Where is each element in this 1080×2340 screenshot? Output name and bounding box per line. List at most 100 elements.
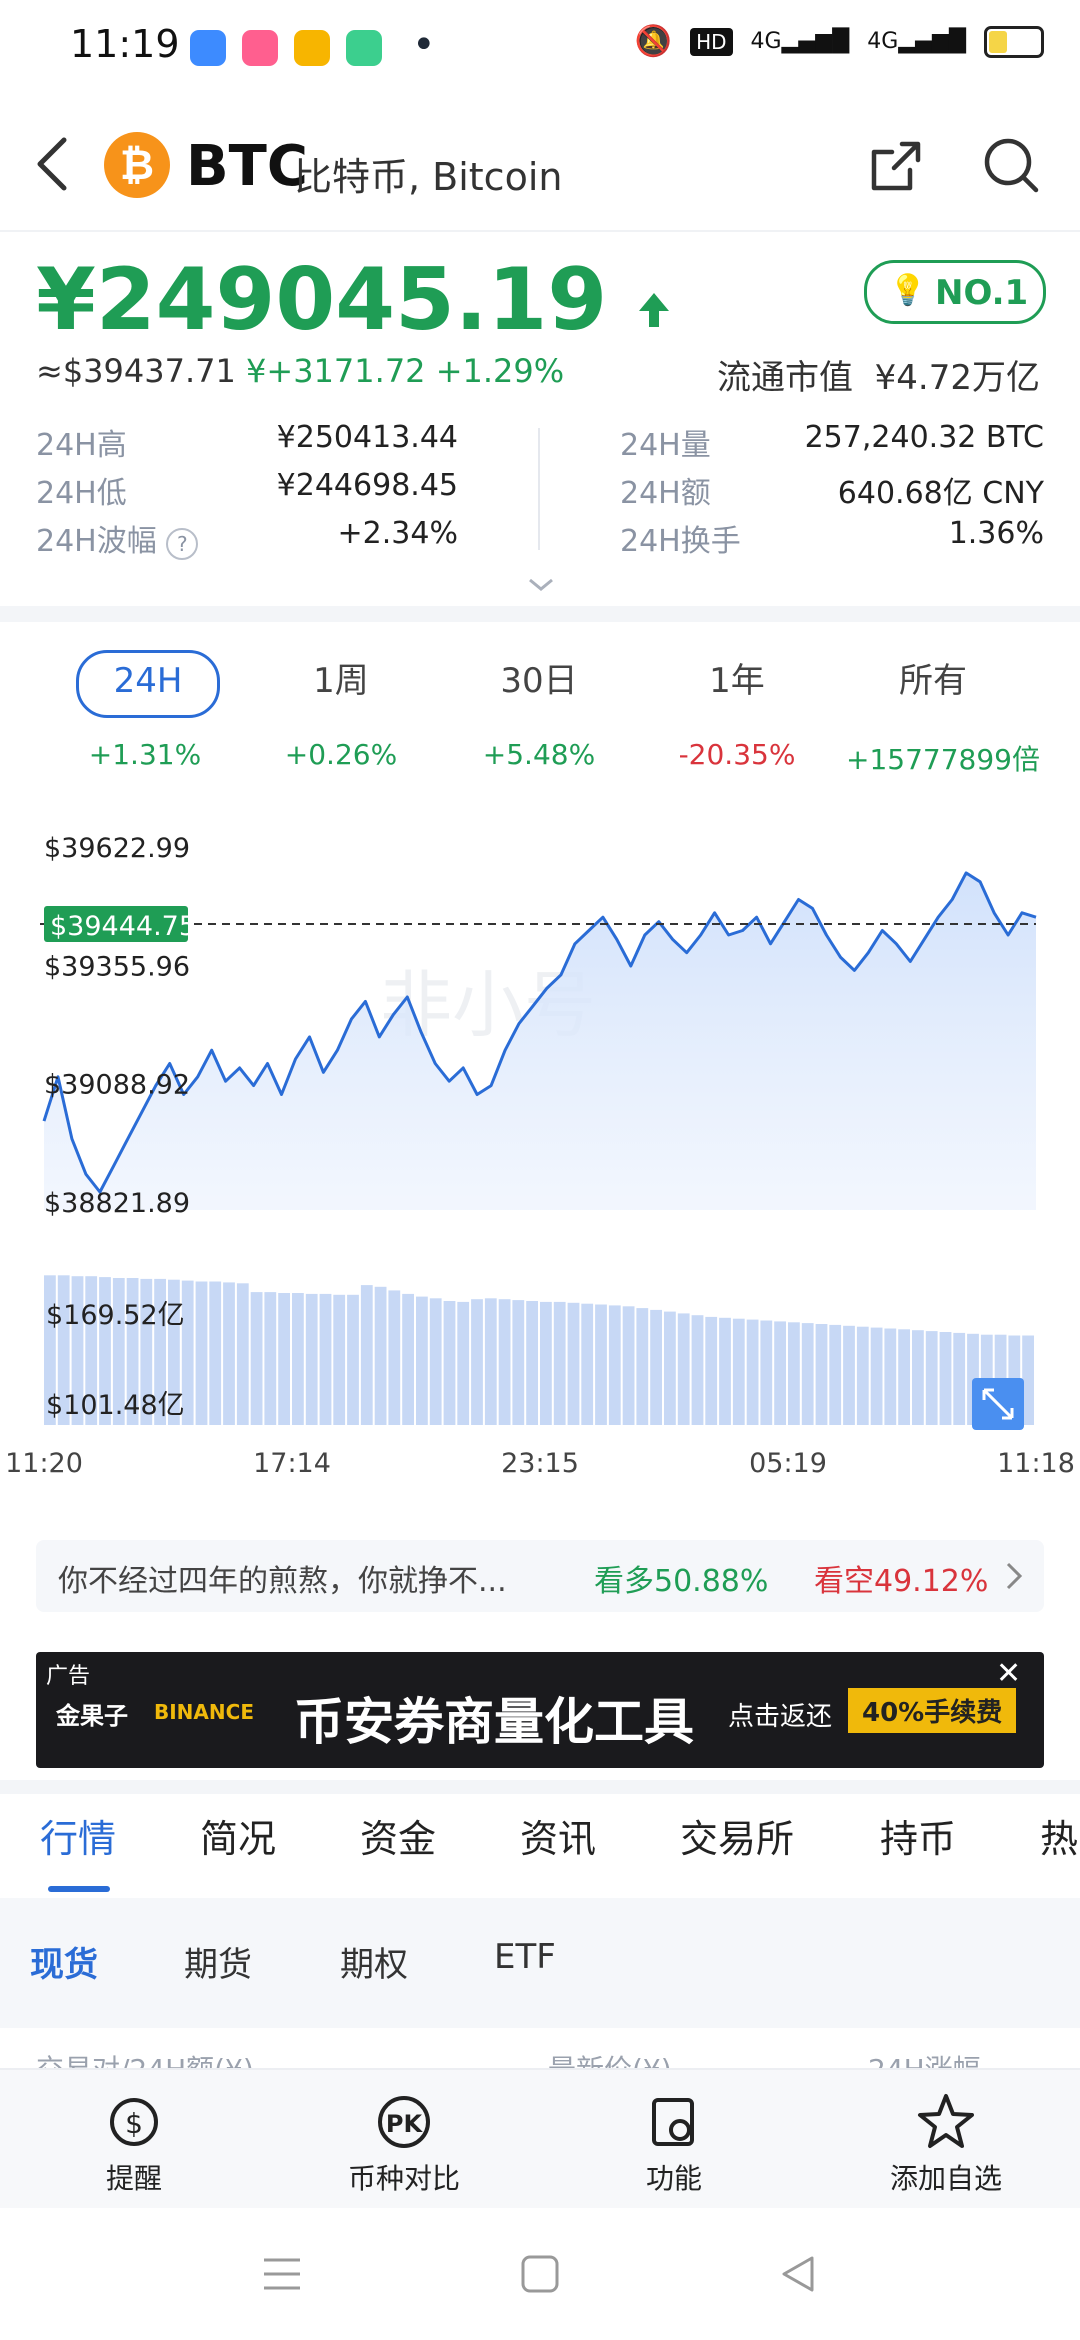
volume-bar xyxy=(815,1324,828,1425)
tab-holders[interactable]: 持币 xyxy=(880,1808,956,1863)
ad-close-icon[interactable]: ✕ xyxy=(996,1656,1021,1691)
ad-badge: 40%手续费 xyxy=(848,1688,1017,1733)
volume-bar xyxy=(319,1293,332,1425)
period-change: -20.35% xyxy=(678,738,796,771)
current-price-tag: $39444.75 xyxy=(50,911,196,942)
weibo-app-icon xyxy=(294,30,330,66)
volume-bar xyxy=(732,1318,745,1425)
system-nav-bar xyxy=(0,2208,1080,2340)
share-icon[interactable] xyxy=(868,138,924,194)
expand-chevron-icon[interactable] xyxy=(526,574,556,594)
y-tick-label: $39622.99 xyxy=(44,833,190,864)
volume-bar xyxy=(374,1286,387,1425)
battery-icon xyxy=(984,25,1044,58)
change-abs: ¥+3171.72 xyxy=(246,352,426,390)
signal-icon-2: 4G▂▄▆█ xyxy=(867,29,966,54)
stat-label: 24H高 xyxy=(36,428,127,463)
volume-bar xyxy=(209,1281,222,1425)
status-bar: 11:19 • 🔕 HD 4G▂▄▆█ 4G▂▄▆█ xyxy=(0,0,1080,96)
menu-nav-icon[interactable] xyxy=(262,2254,302,2294)
tab-hot[interactable]: 热 xyxy=(1040,1808,1078,1863)
alert-label: 提醒 xyxy=(105,2162,162,2195)
price-changes: ≈$39437.71 ¥+3171.72 +1.29% xyxy=(36,352,564,390)
home-nav-icon[interactable] xyxy=(520,2254,560,2294)
help-icon[interactable]: ? xyxy=(166,528,199,560)
section-divider xyxy=(0,1780,1080,1794)
volume-bar xyxy=(498,1299,511,1425)
volume-bar xyxy=(856,1326,869,1425)
subtab-options[interactable]: 期权 xyxy=(340,1937,408,1986)
ad-banner[interactable]: 广告 金果子 BINANCE 币安券商量化工具 点击返还 40%手续费 ✕ xyxy=(36,1652,1044,1768)
volume-bar xyxy=(595,1304,607,1425)
volume-bar xyxy=(471,1299,483,1425)
stat-value: 640.68亿 CNY xyxy=(837,476,1044,511)
notification-dot: • xyxy=(412,22,436,68)
volume-bar xyxy=(705,1316,718,1425)
features-button[interactable]: 功能 xyxy=(574,2090,774,2197)
subtab-futures[interactable]: 期货 xyxy=(184,1937,252,1986)
stat-value: ¥244698.45 xyxy=(276,468,458,503)
bottom-action-bar: $ 提醒 PK 币种对比 功能 添加自选 xyxy=(0,2068,1080,2210)
volume-bar xyxy=(305,1293,318,1425)
volume-bar xyxy=(540,1301,552,1425)
period-tab-1w[interactable]: 1周 xyxy=(272,650,410,712)
volume-bar xyxy=(912,1330,924,1425)
subtab-etf[interactable]: ETF xyxy=(494,1937,556,1977)
y-tick-label: $39088.92 xyxy=(44,1070,190,1101)
stat-label: 24H低 xyxy=(36,476,127,511)
search-icon[interactable] xyxy=(982,136,1042,196)
x-tick-label: 11:20 xyxy=(5,1448,83,1479)
volume-bar xyxy=(195,1281,208,1425)
hd-badge: HD xyxy=(690,27,733,56)
tab-exchanges[interactable]: 交易所 xyxy=(680,1808,794,1863)
volume-label: $101.48亿 xyxy=(46,1390,185,1421)
volume-bar xyxy=(636,1308,649,1425)
subtab-spot[interactable]: 现货 xyxy=(30,1937,98,1986)
tab-funds[interactable]: 资金 xyxy=(360,1808,436,1863)
up-arrow-icon xyxy=(639,293,670,327)
period-change: +15777899倍 xyxy=(846,743,1040,776)
volume-bar xyxy=(925,1331,938,1425)
rank-badge: 💡 NO.1 xyxy=(864,260,1046,324)
bull-ratio: 看多50.88% xyxy=(594,1564,769,1599)
compare-button[interactable]: PK 币种对比 xyxy=(304,2090,504,2197)
y-tick-label: $39355.96 xyxy=(44,951,190,982)
add-watchlist-button[interactable]: 添加自选 xyxy=(846,2090,1046,2197)
alert-button[interactable]: $ 提醒 xyxy=(34,2090,234,2197)
volume-bar xyxy=(939,1332,952,1425)
stat-value: 257,240.32 BTC xyxy=(804,420,1044,455)
back-icon[interactable] xyxy=(34,136,70,192)
volume-bar xyxy=(250,1292,263,1425)
star-plus-icon xyxy=(918,2094,974,2148)
tab-market[interactable]: 行情 xyxy=(40,1808,116,1863)
rank-value: NO.1 xyxy=(935,273,1029,313)
sentiment-bar[interactable]: 你不经过四年的煎熬，你就挣不... 看多50.88% 看空49.12% xyxy=(36,1540,1044,1612)
stat-label: 24H换手 xyxy=(620,524,741,559)
ad-tag: 广告 xyxy=(46,1664,91,1689)
volume-bar xyxy=(553,1301,566,1425)
price-chart[interactable]: 非小号 $39622.99$39355.96$39088.92$38821.89… xyxy=(0,800,1080,1500)
tab-news[interactable]: 资讯 xyxy=(520,1808,596,1863)
volume-bar xyxy=(567,1302,580,1425)
mute-icon: 🔕 xyxy=(634,24,673,59)
lightbulb-icon: 💡 xyxy=(889,273,927,308)
change-pct: +1.29% xyxy=(435,352,565,390)
volume-bar xyxy=(526,1301,538,1425)
period-change: +5.48% xyxy=(482,738,596,771)
period-tab-1y[interactable]: 1年 xyxy=(668,650,806,712)
market-cap-label: 流通市值 xyxy=(717,358,854,398)
browser-app-icon xyxy=(190,30,226,66)
volume-bar xyxy=(581,1303,594,1425)
volume-bar xyxy=(677,1313,690,1425)
volume-bar xyxy=(292,1293,304,1425)
y-tick-label: $38821.89 xyxy=(44,1188,190,1219)
period-tab-all[interactable]: 所有 xyxy=(864,650,1002,712)
ad-brand-2: BINANCE xyxy=(154,1700,254,1724)
stat-value: ¥250413.44 xyxy=(276,420,458,455)
period-tab-24h[interactable]: 24H xyxy=(76,650,220,718)
volume-bar xyxy=(416,1296,428,1425)
tab-overview[interactable]: 简况 xyxy=(200,1808,276,1863)
volume-bar xyxy=(788,1322,800,1425)
period-tab-30d[interactable]: 30日 xyxy=(470,650,608,712)
back-nav-icon[interactable] xyxy=(778,2254,818,2294)
